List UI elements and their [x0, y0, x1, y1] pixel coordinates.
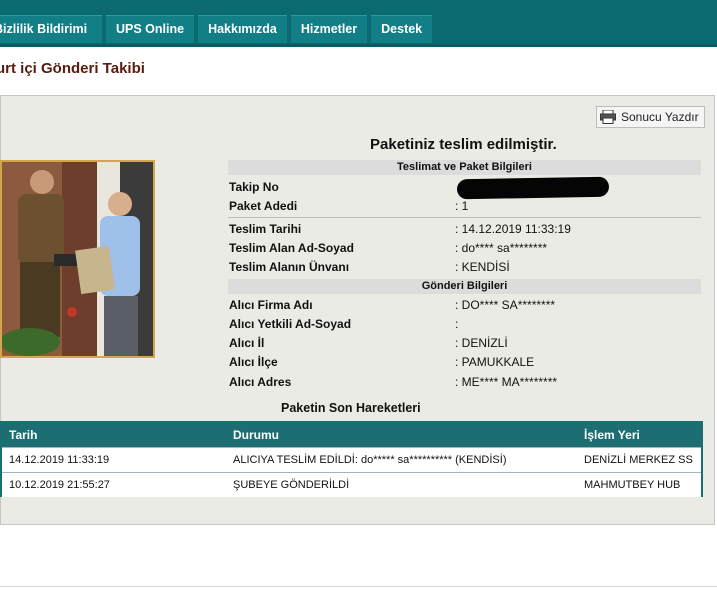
table-row: 10.12.2019 21:55:27 ŞUBEYE GÖNDERİLDİ MA…	[2, 472, 701, 497]
table-row: 14.12.2019 11:33:19 ALICIYA TESLİM EDİLD…	[2, 447, 701, 472]
printer-icon	[600, 110, 616, 124]
moves-table: Tarih Durumu İşlem Yeri 14.12.2019 11:33…	[0, 421, 703, 497]
table-header-row: Tarih Durumu İşlem Yeri	[2, 423, 701, 447]
field-recipient-city: Alıcı İl : DENİZLİ	[229, 334, 508, 352]
page-bottom-divider	[0, 586, 717, 587]
cell-date: 10.12.2019 21:55:27	[9, 479, 110, 491]
nav-tabs: Bizlilik Bildirimi UPS Online Hakkımızda…	[0, 15, 433, 44]
field-label: Teslim Alan Ad-Soyad	[229, 241, 354, 255]
field-value: : do**** sa********	[455, 241, 548, 255]
section-delivery-info: Teslimat ve Paket Bilgileri	[228, 160, 701, 175]
print-button-label: Sonucu Yazdır	[621, 110, 699, 124]
cell-date: 14.12.2019 11:33:19	[9, 454, 110, 466]
delivery-status-headline: Paketiniz teslim edilmiştir.	[370, 136, 557, 153]
page-title: urt içi Gönderi Takibi	[0, 60, 145, 77]
recent-moves-title: Paketin Son Hareketleri	[281, 401, 421, 415]
field-value: : ME**** MA********	[455, 375, 558, 389]
tab-ups-online[interactable]: UPS Online	[106, 15, 195, 43]
field-tracking-no: Takip No	[229, 178, 455, 196]
field-label: Alıcı Yetkili Ad-Soyad	[229, 317, 352, 331]
field-value: : DO**** SA********	[455, 298, 556, 312]
field-value: : PAMUKKALE	[455, 355, 535, 369]
field-label: Alıcı İlçe	[229, 355, 278, 369]
field-recipient-contact: Alıcı Yetkili Ad-Soyad:	[229, 315, 458, 333]
tab-bizlilik-bildirimi[interactable]: Bizlilik Bildirimi	[0, 15, 102, 43]
field-value: :	[455, 317, 459, 331]
field-label: Alıcı İl	[229, 336, 265, 350]
field-value: : 14.12.2019 11:33:19	[455, 222, 571, 236]
field-label: Teslim Tarihi	[229, 222, 302, 236]
cell-status: ALICIYA TESLİM EDİLDİ: do***** sa*******…	[233, 454, 507, 466]
field-package-count: Paket Adedi : 1	[229, 197, 468, 215]
cell-status: ŞUBEYE GÖNDERİLDİ	[233, 479, 350, 491]
field-receiver-title: Teslim Alanın Ünvanı : KENDİSİ	[229, 258, 510, 276]
section-divider	[228, 217, 701, 218]
field-delivery-date: Teslim Tarihi : 14.12.2019 11:33:19	[229, 220, 571, 238]
print-result-button[interactable]: Sonucu Yazdır	[596, 106, 705, 128]
tab-hizmetler[interactable]: Hizmetler	[290, 15, 368, 43]
section-shipment-info: Gönderi Bilgileri	[228, 279, 701, 294]
field-label: Alıcı Firma Adı	[229, 298, 313, 312]
cell-location: MAHMUTBEY HUB	[584, 479, 681, 491]
header-status: Durumu	[233, 428, 279, 442]
field-label: Alıcı Adres	[229, 375, 292, 389]
top-nav-bar: Bizlilik Bildirimi UPS Online Hakkımızda…	[0, 0, 717, 47]
field-value: : 1	[455, 199, 469, 213]
field-label: Teslim Alanın Ünvanı	[229, 260, 350, 274]
field-recipient-company: Alıcı Firma Adı : DO**** SA********	[229, 296, 555, 314]
tab-destek[interactable]: Destek	[371, 15, 433, 43]
field-value: : KENDİSİ	[455, 260, 510, 274]
field-label: Takip No	[229, 180, 279, 194]
header-location: İşlem Yeri	[584, 428, 640, 442]
field-value: : DENİZLİ	[455, 336, 508, 350]
tab-hakkimizda[interactable]: Hakkımızda	[198, 15, 287, 43]
field-recipient-district: Alıcı İlçe : PAMUKKALE	[229, 353, 534, 371]
header-date: Tarih	[9, 428, 38, 442]
redacted-tracking-number	[456, 176, 610, 200]
field-receiver-name: Teslim Alan Ad-Soyad : do**** sa********	[229, 239, 547, 257]
courier-delivery-photo	[0, 160, 155, 358]
field-recipient-address: Alıcı Adres : ME**** MA********	[229, 373, 557, 391]
cell-location: DENİZLİ MERKEZ SS	[584, 454, 693, 466]
field-label: Paket Adedi	[229, 199, 298, 213]
